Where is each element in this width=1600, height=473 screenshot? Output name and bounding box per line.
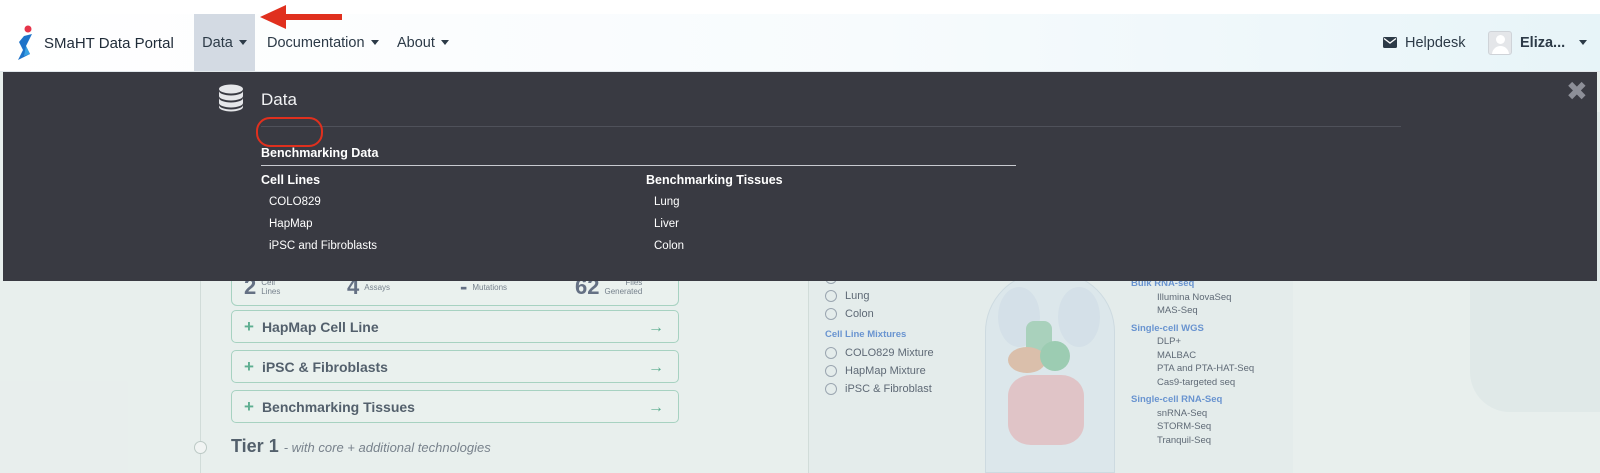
user-account-menu[interactable]: Eliza... <box>1488 14 1588 71</box>
section-title: Benchmarking Data <box>261 146 379 160</box>
nav-about-menu[interactable]: About <box>397 14 449 71</box>
caret-down-icon <box>440 40 449 45</box>
avatar <box>1488 30 1512 55</box>
envelope-icon <box>1383 37 1397 48</box>
link-hapmap[interactable]: HapMap <box>269 218 312 230</box>
database-icon <box>219 84 243 112</box>
menu-title: Data <box>261 90 297 109</box>
divider <box>261 165 1016 166</box>
caret-down-icon <box>1579 40 1588 45</box>
caret-down-icon <box>370 40 379 45</box>
data-mega-menu: Data ✖ Benchmarking Data Cell Lines COLO… <box>3 72 1597 281</box>
top-navbar: SMaHT Data Portal Data Documentation Abo… <box>0 14 1600 72</box>
link-ipsc-fibroblasts[interactable]: iPSC and Fibroblasts <box>269 240 377 252</box>
column-title-tissues: Benchmarking Tissues <box>646 173 783 187</box>
annotation-circle <box>256 117 323 147</box>
link-liver[interactable]: Liver <box>654 218 679 230</box>
smaht-logo-icon <box>18 25 32 60</box>
link-colon[interactable]: Colon <box>654 240 684 252</box>
brand-logo[interactable]: SMaHT Data Portal <box>14 22 174 64</box>
annotation-arrow-icon <box>260 5 342 29</box>
caret-down-icon <box>238 40 247 45</box>
nav-data-menu[interactable]: Data <box>194 14 255 71</box>
close-icon[interactable]: ✖ <box>1566 78 1588 104</box>
divider <box>261 126 1401 127</box>
brand-name: SMaHT Data Portal <box>44 34 174 52</box>
link-lung[interactable]: Lung <box>654 196 680 208</box>
column-title-cell-lines: Cell Lines <box>261 173 321 187</box>
helpdesk-link[interactable]: Helpdesk <box>1383 14 1465 71</box>
link-colo829[interactable]: COLO829 <box>269 196 321 208</box>
